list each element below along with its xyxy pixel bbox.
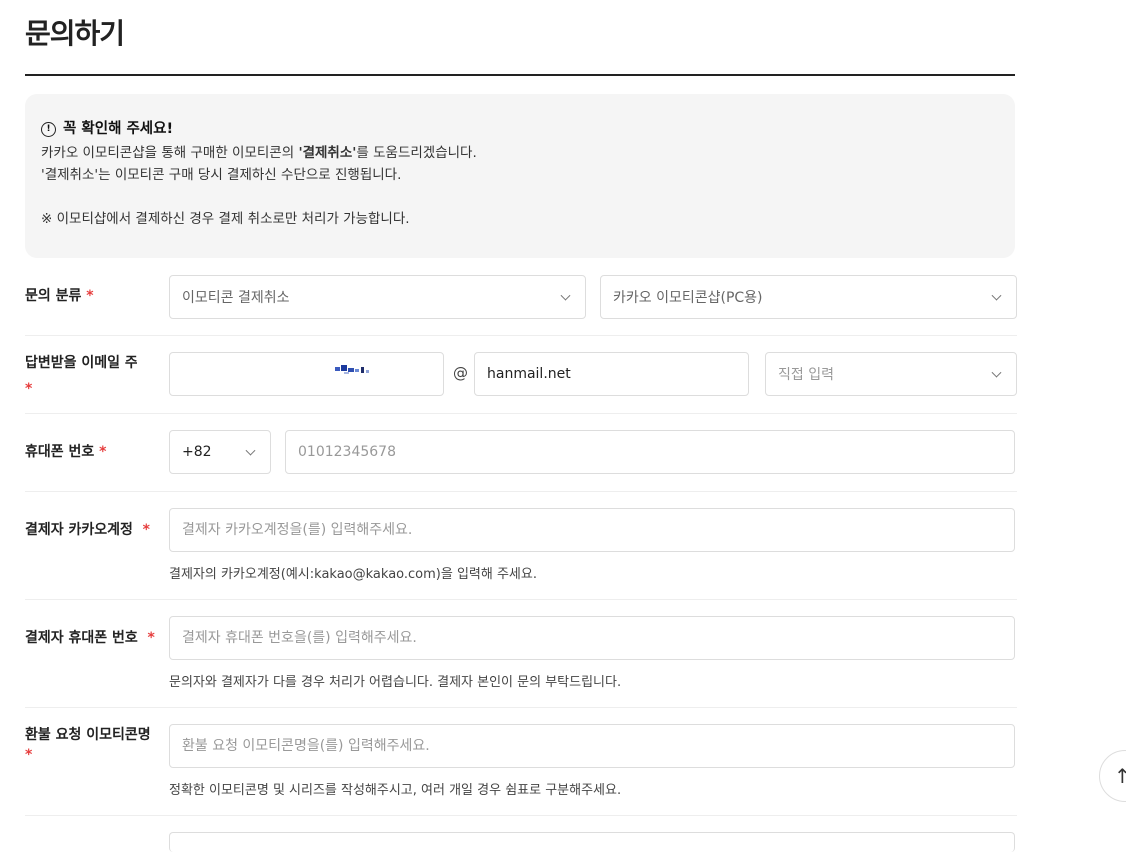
category-row: 문의 분류 * 이모티콘 결제취소 카카오 이모티콘샵(PC용): [25, 274, 1017, 336]
notice-line-2: '결제취소'는 이모티콘 구매 당시 결제하신 수단으로 진행됩니다.: [41, 167, 402, 183]
next-field-input[interactable]: [169, 832, 1015, 852]
payer-account-row: 결제자 카카오계정 * 결제자의 카카오계정(예시:kakao@kakao.co…: [25, 492, 1017, 600]
email-domain-input[interactable]: [474, 352, 749, 396]
category-secondary-value: 카카오 이모티콘샵(PC용): [613, 290, 763, 306]
notice-line-1: 카카오 이모티콘샵을 통해 구매한 이모티콘의 '결제취소'를 도움드리겠습니다…: [41, 142, 999, 164]
arrow-up-icon: ↑: [1114, 764, 1126, 788]
phone-label: 휴대폰 번호 *: [25, 444, 107, 460]
country-code-value: +82: [182, 444, 212, 460]
notice-line-3: ※ 이모티샵에서 결제하신 경우 결제 취소로만 처리가 가능합니다.: [41, 211, 410, 227]
title-divider: [25, 74, 1015, 76]
category-label: 문의 분류 *: [25, 288, 94, 304]
email-domain-select[interactable]: 직접 입력: [765, 352, 1017, 396]
email-domain-select-value: 직접 입력: [778, 367, 834, 383]
phone-row: 휴대폰 번호 * +82: [25, 414, 1017, 492]
page-title: 문의하기: [25, 17, 125, 50]
payer-account-input[interactable]: [169, 508, 1015, 552]
chevron-down-icon: [560, 290, 571, 301]
refund-emoticon-helper: 정확한 이모티콘명 및 시리즈를 작성해주시고, 여러 개일 경우 쉼표로 구분…: [169, 783, 622, 798]
category-primary-value: 이모티콘 결제취소: [182, 290, 290, 306]
payer-phone-label: 결제자 휴대폰 번호 *: [25, 630, 155, 646]
notice-line-1-pre: 카카오 이모티콘샵을 통해 구매한 이모티콘의: [41, 145, 299, 161]
masked-email-image: [335, 365, 369, 374]
payer-phone-input[interactable]: [169, 616, 1015, 660]
chevron-down-icon: [991, 290, 1002, 301]
payer-account-helper: 결제자의 카카오계정(예시:kakao@kakao.com)을 입력해 주세요.: [169, 567, 537, 582]
notice-heading-text: 꼭 확인해 주세요!: [63, 121, 174, 137]
chevron-down-icon: [245, 445, 256, 456]
scroll-top-button[interactable]: ↑: [1099, 750, 1126, 802]
refund-emoticon-input[interactable]: [169, 724, 1015, 768]
alert-circle-icon: !: [41, 121, 56, 137]
at-sign: @: [453, 364, 468, 382]
category-primary-select[interactable]: 이모티콘 결제취소: [169, 275, 586, 319]
refund-emoticon-label: 환불 요청 이모티콘명 *: [25, 727, 151, 763]
refund-emoticon-row: 환불 요청 이모티콘명* 정확한 이모티콘명 및 시리즈를 작성해주시고, 여러…: [25, 708, 1017, 816]
email-id-input[interactable]: [169, 352, 444, 396]
notice-line-1-bold: '결제취소': [298, 145, 357, 161]
payer-account-label: 결제자 카카오계정 *: [25, 522, 150, 538]
country-code-select[interactable]: +82: [169, 430, 271, 474]
phone-number-input[interactable]: [285, 430, 1015, 474]
email-label: 답변받을 이메일 주소*: [25, 355, 137, 397]
payer-phone-row: 결제자 휴대폰 번호 * 문의자와 결제자가 다를 경우 처리가 어렵습니다. …: [25, 600, 1017, 708]
notice-heading: ! 꼭 확인해 주세요!: [41, 118, 999, 140]
notice-line-1-post: 를 도움드리겠습니다.: [356, 145, 477, 161]
email-row: 답변받을 이메일 주소* @ 직접 입력: [25, 336, 1017, 414]
chevron-down-icon: [991, 367, 1002, 378]
category-secondary-select[interactable]: 카카오 이모티콘샵(PC용): [600, 275, 1017, 319]
payer-phone-helper: 문의자와 결제자가 다를 경우 처리가 어렵습니다. 결제자 본인이 문의 부탁…: [169, 675, 622, 690]
notice-box: ! 꼭 확인해 주세요! 카카오 이모티콘샵을 통해 구매한 이모티콘의 '결제…: [25, 94, 1015, 258]
